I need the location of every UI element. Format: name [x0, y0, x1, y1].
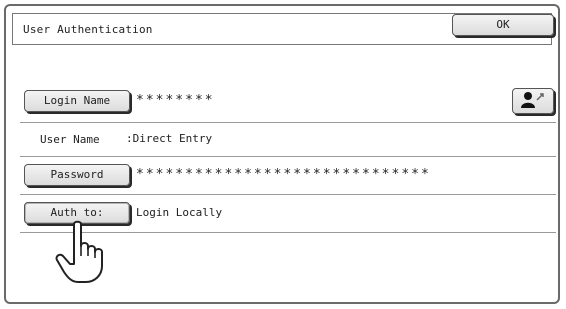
user-name-value: :Direct Entry — [126, 132, 213, 145]
login-name-button[interactable]: Login Name — [24, 90, 130, 112]
password-button[interactable]: Password — [24, 164, 130, 186]
user-authentication-screen: User Authentication OK Login Name ******… — [4, 4, 560, 304]
user-name-label: User Name — [40, 133, 100, 146]
auth-to-value: Login Locally — [136, 206, 223, 219]
row-divider — [20, 156, 556, 157]
ok-button[interactable]: OK — [452, 14, 554, 36]
pointing-hand-icon — [55, 220, 103, 283]
row-divider — [20, 194, 556, 195]
user-switch-icon — [521, 92, 544, 108]
password-value: ****************************** — [136, 167, 431, 182]
user-switch-button[interactable] — [512, 88, 554, 114]
page-title: User Authentication — [23, 23, 153, 36]
login-name-value: ******** — [136, 93, 215, 108]
row-divider — [20, 122, 556, 123]
